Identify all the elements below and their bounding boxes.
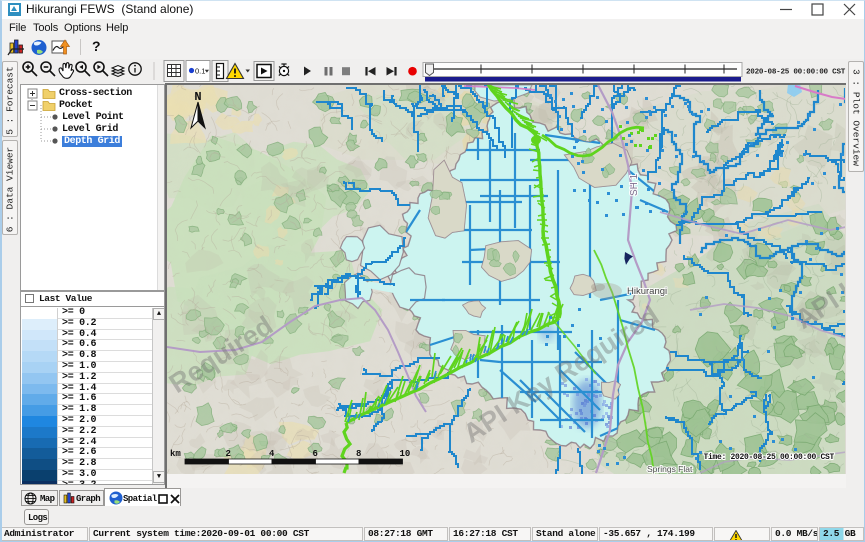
svg-text:2020-08-25 00:00:00 CST: 2020-08-25 00:00:00 CST <box>746 69 846 77</box>
svg-text:8: 8 <box>356 449 361 459</box>
svg-text:10: 10 <box>400 449 411 459</box>
svg-text:SH 1: SH 1 <box>629 173 640 196</box>
svg-text:N: N <box>194 90 201 104</box>
svg-text:2: 2 <box>226 449 231 459</box>
svg-text:km: km <box>170 449 181 459</box>
svg-text:0.1: 0.1 <box>195 67 205 76</box>
svg-text:Springs Flat: Springs Flat <box>647 464 693 474</box>
svg-text:6: 6 <box>313 449 318 459</box>
svg-text:Hikurangi: Hikurangi <box>627 286 667 297</box>
svg-text:Time: 2020-08-25 00:00:00 CST: Time: 2020-08-25 00:00:00 CST <box>703 453 834 462</box>
svg-text:4: 4 <box>269 449 275 459</box>
